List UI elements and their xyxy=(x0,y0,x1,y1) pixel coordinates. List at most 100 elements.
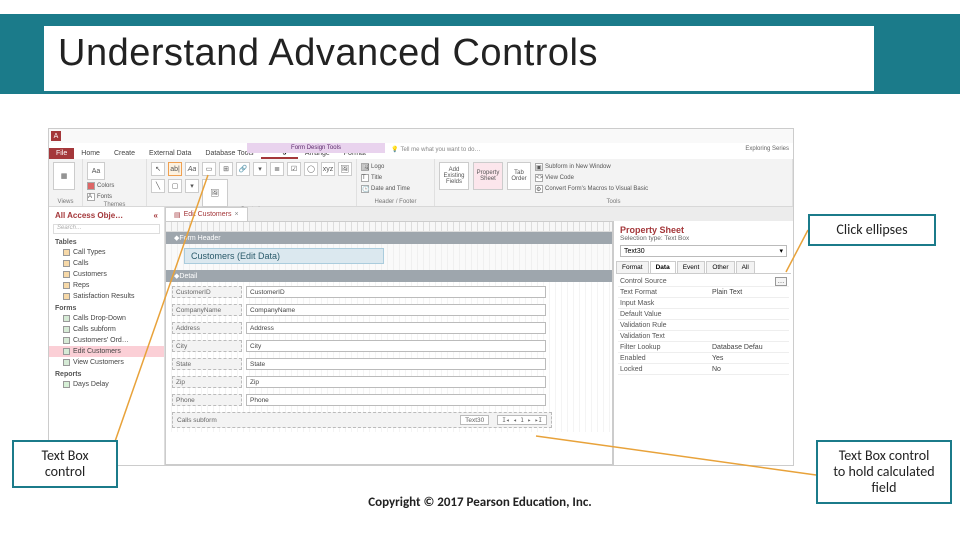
nav-table-item[interactable]: Call Types xyxy=(49,247,164,258)
ribbon-right-label: Exploring Series xyxy=(745,146,789,152)
form-design-surface[interactable]: ◆ Form Header Customers (Edit Data) ◆ De… xyxy=(165,221,613,465)
nav-section-reports[interactable]: Reports xyxy=(49,368,164,379)
combo-tool-icon[interactable]: ▾ xyxy=(253,162,267,176)
field-textbox[interactable]: City xyxy=(246,340,546,352)
contextual-tab-group: Form Design Tools xyxy=(247,143,385,153)
table-icon xyxy=(63,282,70,289)
navigation-pane: All Access Obje…« Search… Tables Call Ty… xyxy=(49,207,165,465)
insert-image-button[interactable]: 🖼 xyxy=(202,179,228,207)
checkbox-tool-icon[interactable]: ☑ xyxy=(287,162,301,176)
document-tab[interactable]: ▤ Edit Customers × xyxy=(165,207,248,221)
nav-form-item[interactable]: Calls Drop-Down xyxy=(49,313,164,324)
more-controls-icon[interactable]: ▾ xyxy=(185,179,199,193)
subform-new-window-button[interactable]: ▣Subform in New Window xyxy=(535,162,648,172)
unbound-textbox[interactable]: Text30 xyxy=(460,415,489,425)
field-textbox[interactable]: CustomerID xyxy=(246,286,546,298)
tab-file[interactable]: File xyxy=(49,148,74,159)
property-tab-format[interactable]: Format xyxy=(616,261,649,273)
nav-search-input[interactable]: Search… xyxy=(53,224,160,234)
field-label[interactable]: CustomerID xyxy=(172,286,242,298)
property-row: Input Mask xyxy=(618,298,789,309)
field-label[interactable]: State xyxy=(172,358,242,370)
date-time-button[interactable]: 🕒Date and Time xyxy=(361,184,410,194)
ellipsis-button[interactable]: … xyxy=(775,277,787,286)
nav-section-tables[interactable]: Tables xyxy=(49,236,164,247)
view-code-button[interactable]: <>View Code xyxy=(535,173,648,183)
list-tool-icon[interactable]: ≣ xyxy=(270,162,284,176)
nav-report-item[interactable]: Days Delay xyxy=(49,379,164,390)
nav-form-item[interactable]: Calls subform xyxy=(49,324,164,335)
subform-tool-icon[interactable]: xyz xyxy=(321,162,335,176)
field-textbox[interactable]: Address xyxy=(246,322,546,334)
property-tab-other[interactable]: Other xyxy=(706,261,734,273)
line-tool-icon[interactable]: ╲ xyxy=(151,179,165,193)
fonts-button[interactable]: AFonts xyxy=(87,192,114,202)
code-icon: <> xyxy=(535,174,543,182)
nav-header[interactable]: All Access Obje…« xyxy=(49,207,164,222)
link-tool-icon[interactable]: 🔗 xyxy=(236,162,250,176)
logo-button[interactable]: 🖼Logo xyxy=(361,162,410,172)
view-button[interactable]: ▦ xyxy=(53,162,75,190)
subform-label: Calls subform xyxy=(177,417,217,424)
field-textbox[interactable]: Zip xyxy=(246,376,546,388)
nav-section-forms[interactable]: Forms xyxy=(49,302,164,313)
add-existing-fields-button[interactable]: Add Existing Fields xyxy=(439,162,469,190)
field-label[interactable]: Phone xyxy=(172,394,242,406)
image-tool-icon[interactable]: 🖼 xyxy=(338,162,352,176)
themes-button[interactable]: Aa xyxy=(87,162,105,180)
tab-create[interactable]: Create xyxy=(107,148,142,159)
field-label[interactable]: City xyxy=(172,340,242,352)
clock-icon: 🕒 xyxy=(361,185,369,193)
tab-order-button[interactable]: Tab Order xyxy=(507,162,531,190)
detail-area[interactable]: CustomerIDCustomerID CompanyNameCompanyN… xyxy=(166,282,612,432)
tab-tool-icon[interactable]: ⊞ xyxy=(219,162,233,176)
ribbon-body: ▦ Views Aa Colors AFonts Themes ↖ ab| Aa… xyxy=(49,159,793,207)
tab-external-data[interactable]: External Data xyxy=(142,148,198,159)
property-sheet-button[interactable]: Property Sheet xyxy=(473,162,503,190)
field-label[interactable]: Zip xyxy=(172,376,242,388)
nav-form-item[interactable]: Customers' Ord… xyxy=(49,335,164,346)
button-tool-icon[interactable]: ▭ xyxy=(202,162,216,176)
property-tab-data[interactable]: Data xyxy=(650,261,676,273)
record-navigator[interactable]: I◂ ◂ 1 ▸ ▸I xyxy=(497,415,547,425)
tab-home[interactable]: Home xyxy=(74,148,107,159)
colors-button[interactable]: Colors xyxy=(87,181,114,191)
nav-form-item[interactable]: View Customers xyxy=(49,357,164,368)
nav-table-item[interactable]: Satisfaction Results xyxy=(49,291,164,302)
title-button[interactable]: TTitle xyxy=(361,173,410,183)
group-themes: Aa Colors AFonts Themes xyxy=(83,159,147,206)
field-label[interactable]: CompanyName xyxy=(172,304,242,316)
quick-access-toolbar: A xyxy=(49,129,793,143)
convert-macros-button[interactable]: ⚙Convert Form's Macros to Visual Basic xyxy=(535,184,648,194)
nav-table-item[interactable]: Customers xyxy=(49,269,164,280)
form-header-area[interactable]: Customers (Edit Data) xyxy=(166,244,612,270)
nav-table-item[interactable]: Reps xyxy=(49,280,164,291)
property-tab-all[interactable]: All xyxy=(736,261,755,273)
section-detail[interactable]: ◆ Detail xyxy=(166,270,612,282)
design-canvas: ▤ Edit Customers × ◆ Form Header Custome… xyxy=(165,207,793,465)
table-icon xyxy=(63,293,70,300)
nav-form-item-selected[interactable]: Edit Customers xyxy=(49,346,164,357)
option-tool-icon[interactable]: ◯ xyxy=(304,162,318,176)
table-icon xyxy=(63,271,70,278)
logo-icon: 🖼 xyxy=(361,163,369,171)
selection-combo[interactable]: Text30▾ xyxy=(620,245,787,257)
rect-tool-icon[interactable]: ▢ xyxy=(168,179,182,193)
subform-row[interactable]: Calls subform Text30 I◂ ◂ 1 ▸ ▸I xyxy=(172,412,552,428)
textbox-tool-icon[interactable]: ab| xyxy=(168,162,182,176)
label-tool-icon[interactable]: Aa xyxy=(185,162,199,176)
title-icon: T xyxy=(361,174,369,182)
form-title-control[interactable]: Customers (Edit Data) xyxy=(184,248,384,264)
field-textbox[interactable]: CompanyName xyxy=(246,304,546,316)
select-tool-icon[interactable]: ↖ xyxy=(151,162,165,176)
lightbulb-icon: 💡 xyxy=(391,147,398,153)
field-textbox[interactable]: Phone xyxy=(246,394,546,406)
tell-me[interactable]: 💡Tell me what you want to do… xyxy=(391,146,481,153)
field-label[interactable]: Address xyxy=(172,322,242,334)
property-tab-event[interactable]: Event xyxy=(677,261,706,273)
nav-table-item[interactable]: Calls xyxy=(49,258,164,269)
field-textbox[interactable]: State xyxy=(246,358,546,370)
close-icon[interactable]: × xyxy=(234,211,238,218)
section-form-header[interactable]: ◆ Form Header xyxy=(166,232,612,244)
field-row: CompanyName CompanyName xyxy=(172,304,606,316)
